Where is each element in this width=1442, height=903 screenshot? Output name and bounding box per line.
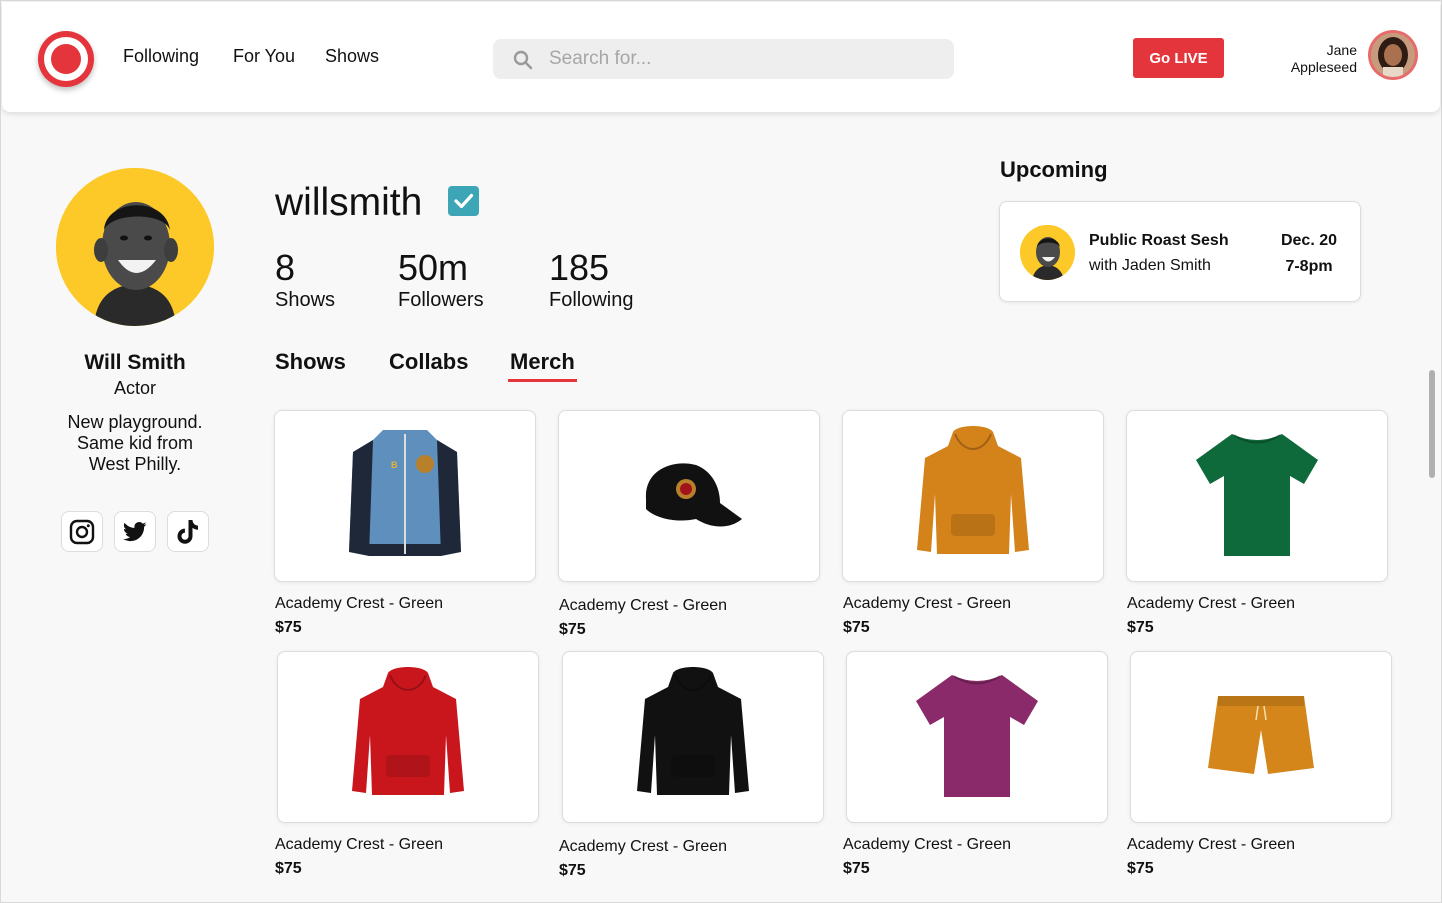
merch-item-price: $75 [843, 860, 870, 877]
user-name[interactable]: Jane Appleseed [1262, 42, 1357, 76]
merch-item-name[interactable]: Academy Crest - Green [1127, 595, 1295, 613]
nav-following[interactable]: Following [123, 46, 199, 67]
event-title: Public Roast Sesh [1089, 232, 1229, 249]
bio-line: West Philly. [88, 454, 182, 474]
nav-for-you[interactable]: For You [233, 46, 295, 67]
scrollbar[interactable] [1429, 370, 1435, 478]
merch-card[interactable] [558, 410, 820, 582]
event-date: Dec. 20 [1280, 232, 1338, 249]
tiktok-button[interactable] [167, 511, 209, 552]
instagram-button[interactable] [61, 511, 103, 552]
stat-shows-label: Shows [275, 289, 336, 311]
user-last-name: Appleseed [1290, 59, 1357, 75]
user-first-name: Jane [1326, 42, 1357, 58]
merch-item-name[interactable]: Academy Crest - Green [559, 597, 727, 615]
merch-item-price: $75 [275, 860, 302, 877]
merch-item-price: $75 [559, 862, 586, 879]
merch-item-price: $75 [1127, 860, 1154, 877]
merch-item-price: $75 [843, 619, 870, 636]
merch-item-price: $75 [559, 621, 586, 638]
profile-name: Will Smith [84, 351, 186, 374]
merch-card[interactable] [846, 651, 1108, 823]
merch-tshirt-image [1192, 424, 1322, 569]
merch-item-name[interactable]: Academy Crest - Green [1127, 836, 1295, 854]
go-live-button[interactable]: Go LIVE [1133, 38, 1224, 78]
merch-tshirt-image [912, 665, 1042, 810]
user-avatar-image [1371, 33, 1415, 77]
merch-item-name[interactable]: Academy Crest - Green [843, 595, 1011, 613]
merch-cap-image [634, 449, 744, 544]
merch-hoodie-image [913, 424, 1033, 569]
search-icon [513, 50, 533, 70]
profile-role: Actor [113, 378, 156, 398]
merch-card[interactable] [562, 651, 824, 823]
profile-bio: New playground. Same kid from West Phill… [45, 412, 225, 475]
merch-item-name[interactable]: Academy Crest - Green [275, 595, 443, 613]
stat-followers-label: Followers [398, 289, 484, 311]
bio-line: New playground. [67, 412, 203, 432]
event-avatar [1020, 225, 1075, 280]
app-logo-icon[interactable] [38, 31, 94, 87]
profile-avatar [56, 168, 214, 326]
instagram-icon [69, 519, 95, 544]
upcoming-title: Upcoming [1000, 157, 1108, 182]
merch-shorts-image [1206, 690, 1316, 785]
merch-card[interactable] [1130, 651, 1392, 823]
svg-text:B: B [391, 460, 398, 470]
stat-shows-count: 8 [275, 247, 296, 288]
active-tab-indicator [508, 379, 577, 382]
merch-hoodie-image [633, 665, 753, 810]
merch-item-name[interactable]: Academy Crest - Green [559, 838, 727, 856]
tiktok-icon [177, 519, 198, 544]
merch-card[interactable] [277, 651, 539, 823]
stat-following-label: Following [549, 289, 634, 311]
merch-item-price: $75 [1127, 619, 1154, 636]
merch-card[interactable] [1126, 410, 1388, 582]
stat-followers-count: 50m [398, 247, 469, 288]
profile-handle: willsmith [275, 181, 423, 224]
tab-collabs[interactable]: Collabs [389, 349, 468, 375]
top-header: Following For You Shows Go LIVE Jane App… [2, 2, 1440, 112]
twitter-icon [123, 521, 147, 541]
tab-merch[interactable]: Merch [510, 349, 575, 375]
stat-following-count: 185 [549, 247, 610, 288]
verified-check-icon [448, 186, 479, 216]
user-avatar[interactable] [1368, 30, 1418, 80]
merch-card[interactable]: B [274, 410, 536, 582]
merch-item-price: $75 [275, 619, 302, 636]
tab-shows[interactable]: Shows [275, 349, 346, 375]
merch-card[interactable] [842, 410, 1104, 582]
merch-item-name[interactable]: Academy Crest - Green [275, 836, 443, 854]
upcoming-event-card[interactable]: Public Roast Sesh with Jaden Smith Dec. … [999, 201, 1361, 302]
search-bar [493, 39, 954, 79]
bio-line: Same kid from [76, 433, 194, 453]
search-input[interactable] [549, 39, 939, 79]
merch-hoodie-image [348, 665, 468, 810]
merch-item-name[interactable]: Academy Crest - Green [843, 836, 1011, 854]
twitter-button[interactable] [114, 511, 156, 552]
merch-varsity-jacket-image: B [345, 424, 465, 569]
event-time: 7-8pm [1285, 258, 1333, 275]
event-guest: with Jaden Smith [1089, 257, 1211, 274]
nav-shows[interactable]: Shows [325, 46, 379, 67]
